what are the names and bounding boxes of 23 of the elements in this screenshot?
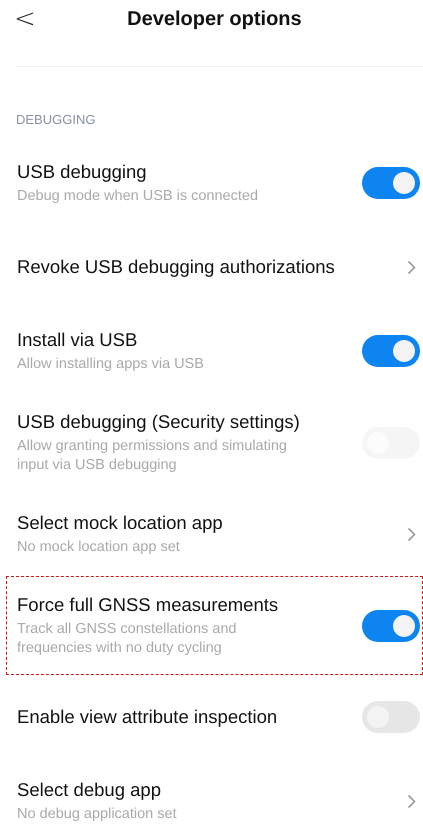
back-button[interactable]: < bbox=[14, 6, 36, 32]
page-title: Developer options bbox=[126, 8, 303, 30]
setting-title[interactable]: Revoke USB debugging authorizations bbox=[17, 255, 393, 279]
setting-description: Track all GNSS constellations and frequencies with no duty cycling bbox=[17, 620, 238, 658]
toggle-switch[interactable] bbox=[362, 335, 420, 367]
setting-description: No debug application set bbox=[17, 805, 178, 824]
chevron-right-icon bbox=[407, 794, 416, 808]
toggle-switch[interactable] bbox=[362, 610, 420, 642]
setting-title[interactable]: Enable view attribute inspection bbox=[17, 705, 348, 729]
setting-description: Allow installing apps via USB bbox=[17, 355, 205, 374]
setting-title[interactable]: Install via USB bbox=[17, 328, 348, 352]
setting-description: Debug mode when USB is connected bbox=[17, 187, 260, 206]
setting-description: No mock location app set bbox=[17, 538, 181, 557]
section-header: DEBUGGING bbox=[16, 112, 96, 127]
setting-title[interactable]: Force full GNSS measurements bbox=[17, 593, 348, 617]
chevron-right-icon bbox=[407, 526, 416, 542]
chevron-right-icon bbox=[407, 260, 416, 274]
toggle-switch[interactable] bbox=[362, 701, 420, 733]
setting-title[interactable]: USB debugging bbox=[17, 160, 348, 184]
setting-description: Allow granting permissions and simulating input via USB debugging bbox=[17, 437, 288, 475]
setting-title[interactable]: Select debug app bbox=[17, 778, 393, 802]
toggle-switch[interactable] bbox=[362, 167, 420, 199]
setting-title[interactable]: Select mock location app bbox=[17, 511, 393, 535]
